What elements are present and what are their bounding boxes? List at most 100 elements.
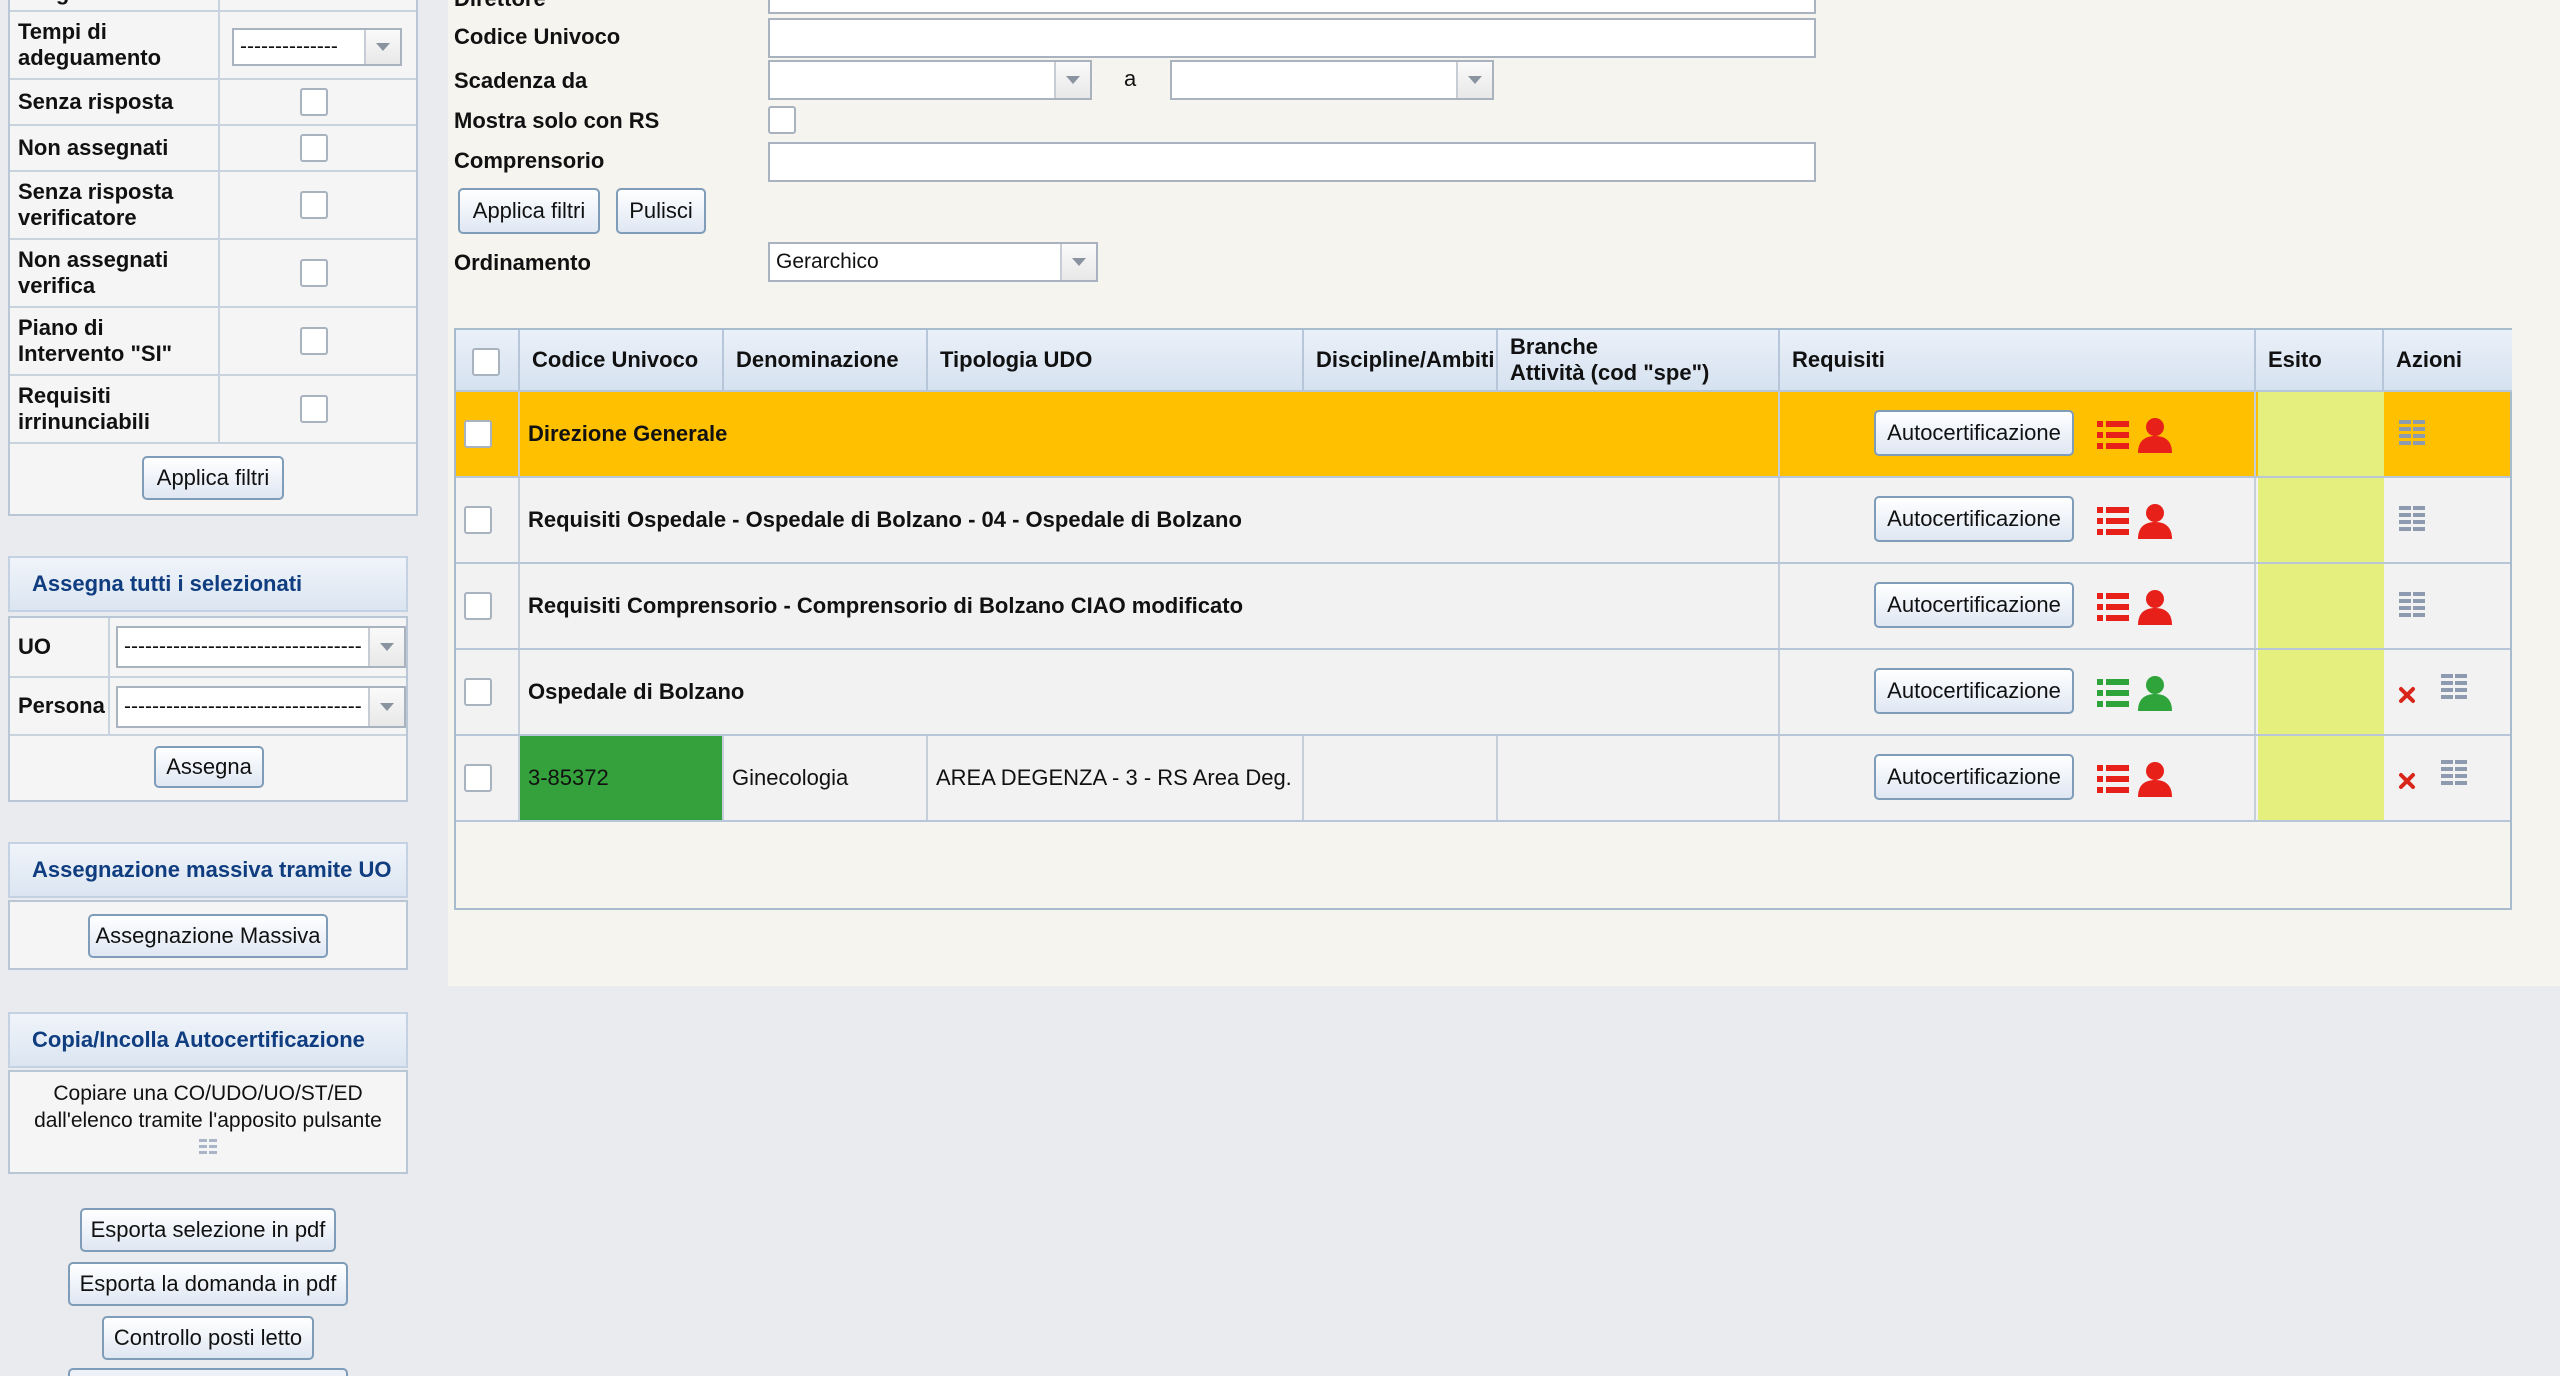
export-request-pdf-button[interactable]: Esporta la domanda in pdf: [68, 1262, 348, 1306]
persona-select[interactable]: ----------------------------------: [116, 686, 406, 728]
non-assegnati-checkbox[interactable]: [300, 134, 328, 162]
row-title: Requisiti Ospedale - Ospedale di Bolzano…: [520, 478, 1780, 562]
copy-grid-icon[interactable]: [2398, 418, 2426, 448]
assign-all-box: UO ---------------------------------- Pe…: [8, 616, 408, 802]
esito-cell: [2258, 478, 2384, 562]
mass-assign-box: Assegnazione Massiva: [8, 900, 408, 970]
filter-row-requisiti-irrinunciabili: Requisiti irrinunciabili: [10, 376, 416, 444]
table-row: Ospedale di Bolzano Autocertificazione: [456, 650, 2510, 736]
filter-label: Senza risposta verificatore: [10, 172, 220, 238]
delete-icon[interactable]: [2398, 772, 2416, 790]
copy-paste-box: Copiare una CO/UDO/UO/ST/ED dall'elenco …: [8, 1070, 408, 1174]
person-icon[interactable]: [2136, 416, 2174, 454]
scadenza-a-select[interactable]: [1170, 60, 1494, 100]
row-checkbox[interactable]: [464, 764, 492, 792]
table-row: 3-85372 Ginecologia AREA DEGENZA - 3 - R…: [456, 736, 2510, 822]
uo-label: UO: [10, 618, 110, 678]
requisiti-list-icon[interactable]: [2096, 418, 2130, 452]
select-all-checkbox[interactable]: [472, 348, 500, 376]
copy-paste-header: Copia/Incolla Autocertificazione: [8, 1012, 408, 1068]
table-row: Requisiti Ospedale - Ospedale di Bolzano…: [456, 478, 2510, 564]
copy-grid-icon[interactable]: [2398, 590, 2426, 620]
filter-label: Requisiti irrinunciabili: [10, 376, 220, 442]
left-apply-filters-button[interactable]: Applica filtri: [142, 456, 284, 500]
filter-label: adeguamento: [10, 0, 220, 10]
filter-row-tempi: Tempi di adeguamento --------------: [10, 12, 416, 80]
row-title: Requisiti Comprensorio - Comprensorio di…: [520, 564, 1780, 648]
mass-assign-button[interactable]: Assegnazione Massiva: [88, 914, 328, 958]
requisiti-list-icon[interactable]: [2096, 590, 2130, 624]
filter-label: Senza risposta: [10, 80, 220, 124]
persona-label: Persona: [10, 678, 110, 736]
esito-cell: [2258, 564, 2384, 648]
filter-row-non-assegnati-verifica: Non assegnati verifica: [10, 240, 416, 308]
header-select-all: [456, 330, 520, 392]
filter-row-piano-intervento: Piano di Intervento "SI": [10, 308, 416, 376]
row-checkbox[interactable]: [464, 506, 492, 534]
table-row: Direzione Generale Autocertificazione: [456, 392, 2510, 478]
autocertificazione-button[interactable]: Autocertificazione: [1874, 410, 2074, 456]
autocertificazione-button[interactable]: Autocertificazione: [1874, 754, 2074, 800]
clear-filters-button[interactable]: Pulisci: [616, 188, 706, 234]
scadenza-da-label: Scadenza da: [454, 68, 588, 93]
copy-grid-icon[interactable]: [2440, 672, 2468, 702]
copy-paste-text-2: dall'elenco tramite l'apposito pulsante: [34, 1109, 382, 1132]
filter-label: Tempi di adeguamento: [10, 12, 220, 78]
assign-button[interactable]: Assegna: [154, 746, 264, 788]
codice-univoco-input[interactable]: [768, 18, 1816, 58]
delete-icon[interactable]: [2398, 686, 2416, 704]
comprensorio-input[interactable]: [768, 142, 1816, 182]
header-discipline[interactable]: Discipline/Ambiti: [1304, 330, 1498, 392]
person-icon[interactable]: [2136, 760, 2174, 798]
requisiti-list-icon[interactable]: [2096, 676, 2130, 710]
autocertificazione-button[interactable]: Autocertificazione: [1874, 668, 2074, 714]
piano-intervento-checkbox[interactable]: [300, 327, 328, 355]
copy-grid-icon[interactable]: [2398, 504, 2426, 534]
comprensorio-label: Comprensorio: [454, 148, 605, 173]
copy-grid-icon[interactable]: [2440, 758, 2468, 788]
mass-assign-header: Assegnazione massiva tramite UO: [8, 842, 408, 898]
esito-cell: [2258, 736, 2384, 820]
tempi-select[interactable]: --------------: [232, 28, 402, 66]
row-checkbox[interactable]: [464, 420, 492, 448]
non-assegnati-verifica-checkbox[interactable]: [300, 259, 328, 287]
chevron-down-icon: [364, 30, 400, 64]
export-selection-pdf-button[interactable]: Esporta selezione in pdf: [80, 1208, 336, 1252]
row-title: Ospedale di Bolzano: [520, 650, 1780, 734]
person-icon[interactable]: [2136, 674, 2174, 712]
filter-row-senza-risposta-verificatore: Senza risposta verificatore: [10, 172, 416, 240]
ordinamento-select[interactable]: Gerarchico: [768, 242, 1098, 282]
branche-cell: [1498, 736, 1780, 820]
person-icon[interactable]: [2136, 502, 2174, 540]
uo-select[interactable]: ----------------------------------: [116, 626, 406, 668]
filter-label: Piano di Intervento "SI": [10, 308, 220, 374]
requisiti-irrinunciabili-checkbox[interactable]: [300, 395, 328, 423]
assign-all-header: Assegna tutti i selezionati: [8, 556, 408, 612]
copy-grid-icon: [199, 1139, 217, 1154]
ordinamento-label: Ordinamento: [454, 250, 591, 275]
header-tipologia-udo[interactable]: Tipologia UDO: [928, 330, 1304, 392]
header-denominazione[interactable]: Denominazione: [724, 330, 928, 392]
header-codice-univoco[interactable]: Codice Univoco: [520, 330, 724, 392]
mostra-rs-checkbox[interactable]: [768, 106, 796, 134]
esito-cell: [2258, 392, 2384, 476]
requisiti-list-icon[interactable]: [2096, 762, 2130, 796]
apply-filters-button[interactable]: Applica filtri: [458, 188, 600, 234]
scadenza-da-select[interactable]: [768, 60, 1092, 100]
row-checkbox[interactable]: [464, 678, 492, 706]
copy-paste-text-1: Copiare una CO/UDO/UO/ST/ED: [53, 1082, 363, 1105]
filter-row-adeguamento: adeguamento: [10, 0, 416, 12]
row-checkbox[interactable]: [464, 592, 492, 620]
direttore-input[interactable]: [768, 0, 1816, 14]
esito-cell: [2258, 650, 2384, 734]
next-button-partial[interactable]: [68, 1368, 348, 1376]
autocertificazione-button[interactable]: Autocertificazione: [1874, 582, 2074, 628]
senza-risposta-verificatore-checkbox[interactable]: [300, 191, 328, 219]
person-icon[interactable]: [2136, 588, 2174, 626]
filter-row-senza-risposta: Senza risposta: [10, 80, 416, 126]
autocertificazione-button[interactable]: Autocertificazione: [1874, 496, 2074, 542]
header-branche[interactable]: Branche Attività (cod "spe"): [1498, 330, 1780, 392]
beds-check-button[interactable]: Controllo posti letto: [102, 1316, 314, 1360]
requisiti-list-icon[interactable]: [2096, 504, 2130, 538]
senza-risposta-checkbox[interactable]: [300, 88, 328, 116]
